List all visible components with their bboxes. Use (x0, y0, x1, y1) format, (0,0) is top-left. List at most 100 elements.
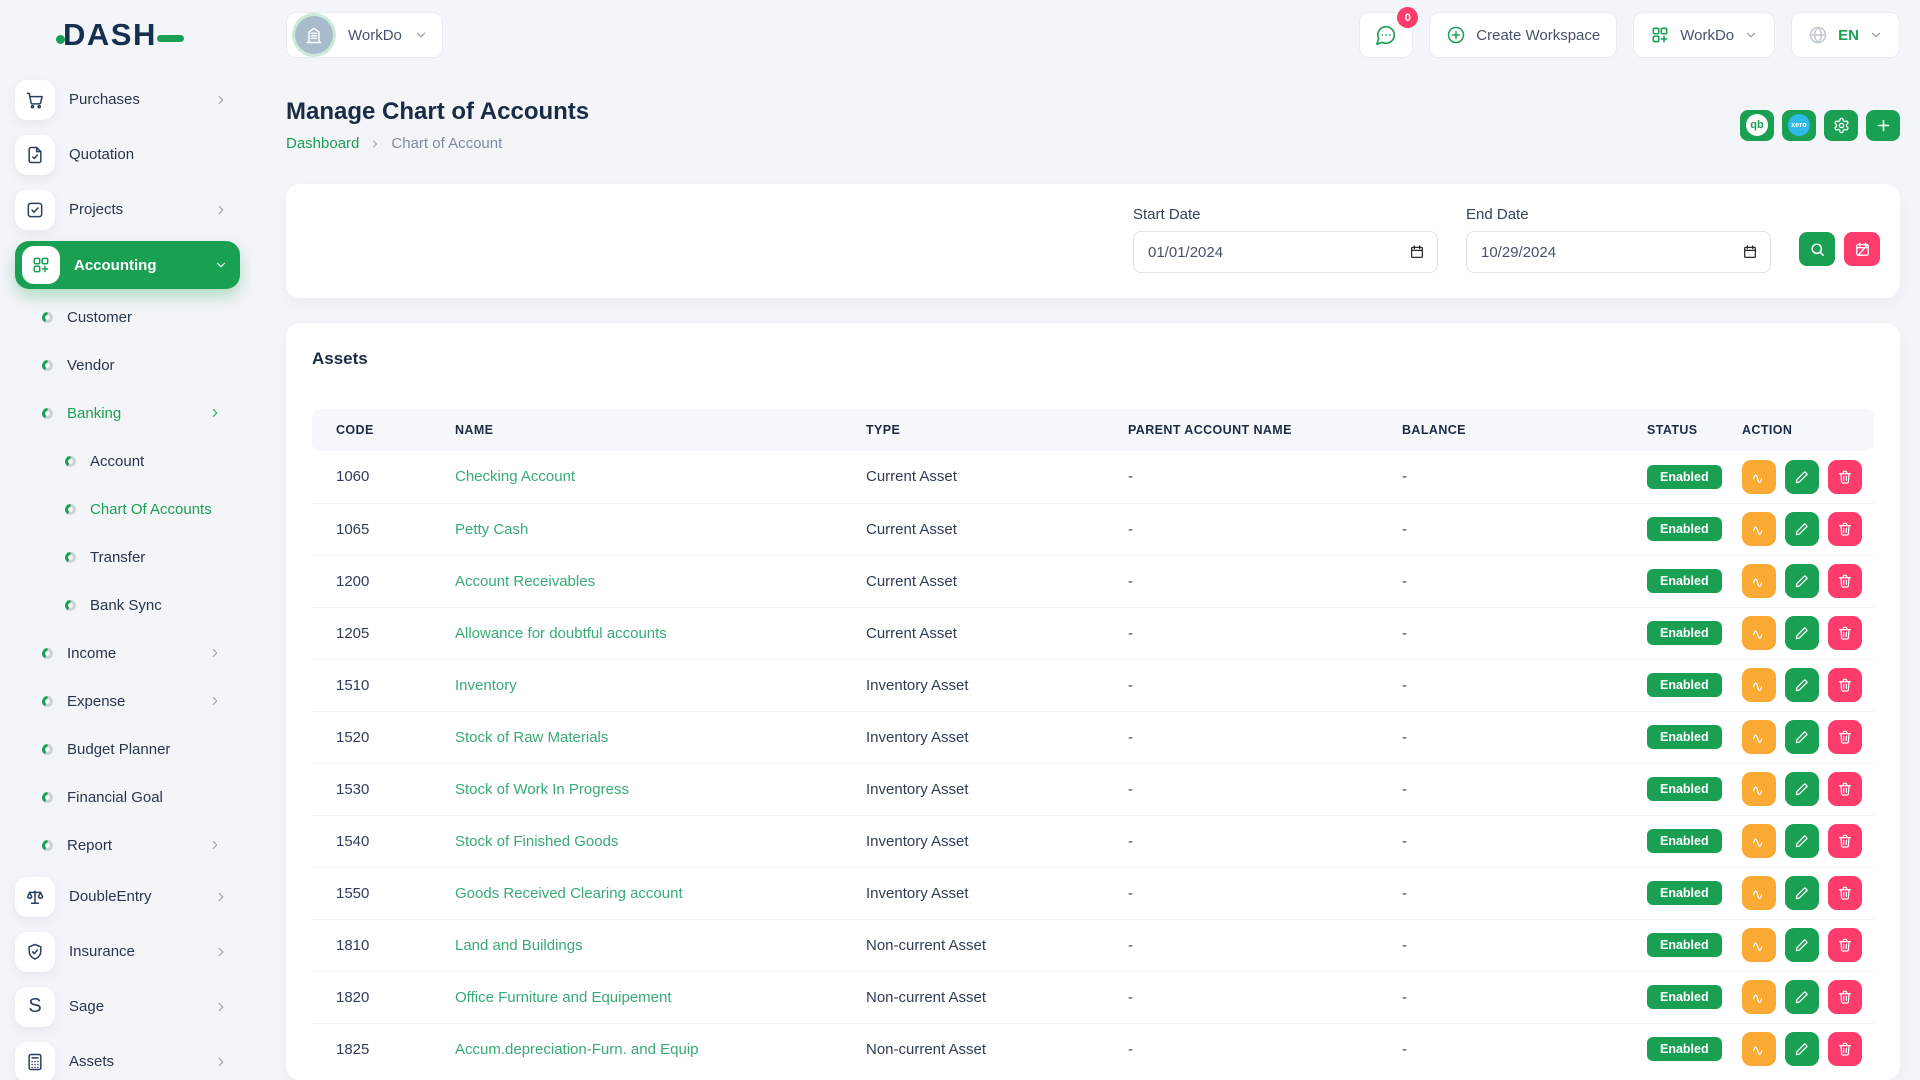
workspace-selector[interactable]: WorkDo (286, 12, 443, 58)
edit-button[interactable] (1785, 980, 1819, 1014)
transactions-button[interactable] (1742, 772, 1776, 806)
sidebar-item-transfer[interactable]: Transfer (15, 533, 240, 581)
sidebar-item-label: Account (90, 453, 222, 470)
account-name-link[interactable]: Stock of Finished Goods (455, 833, 618, 850)
edit-button[interactable] (1785, 824, 1819, 858)
account-name-link[interactable]: Accum.depreciation-Furn. and Equip (455, 1041, 698, 1058)
transactions-button[interactable] (1742, 1032, 1776, 1066)
row-actions (1742, 980, 1874, 1014)
transactions-button[interactable] (1742, 512, 1776, 546)
account-name-link[interactable]: Stock of Work In Progress (455, 781, 629, 798)
delete-button[interactable] (1828, 772, 1862, 806)
create-workspace-button[interactable]: Create Workspace (1429, 12, 1617, 58)
edit-button[interactable] (1785, 720, 1819, 754)
delete-button[interactable] (1828, 928, 1862, 962)
cell-type: Inventory Asset (866, 763, 1128, 815)
cell-code: 1200 (312, 555, 455, 607)
transactions-button[interactable] (1742, 876, 1776, 910)
edit-button[interactable] (1785, 1032, 1819, 1066)
sidebar-item-projects[interactable]: Projects (15, 182, 240, 237)
reset-filter-button[interactable] (1844, 232, 1880, 266)
account-name-link[interactable]: Stock of Raw Materials (455, 729, 608, 746)
delete-button[interactable] (1828, 824, 1862, 858)
account-name-link[interactable]: Checking Account (455, 468, 575, 485)
cell-code: 1510 (312, 659, 455, 711)
edit-button[interactable] (1785, 564, 1819, 598)
sidebar-item-label: Expense (67, 693, 194, 710)
search-button[interactable] (1799, 232, 1835, 266)
account-name-link[interactable]: Land and Buildings (455, 937, 583, 954)
cell-type: Current Asset (866, 503, 1128, 555)
account-name-link[interactable]: Petty Cash (455, 521, 528, 538)
sidebar-item-banking[interactable]: Banking (15, 389, 240, 437)
sidebar-item-sage[interactable]: SSage (15, 979, 240, 1034)
messages-button[interactable]: 0 (1359, 12, 1413, 58)
transactions-button[interactable] (1742, 616, 1776, 650)
account-name-link[interactable]: Goods Received Clearing account (455, 885, 683, 902)
sidebar-item-income[interactable]: Income (15, 629, 240, 677)
brand-logo: DASH (0, 0, 252, 70)
row-actions (1742, 720, 1874, 754)
accounts-table: CODENAMETYPEPARENT ACCOUNT NAMEBALANCEST… (312, 409, 1874, 1075)
edit-button[interactable] (1785, 876, 1819, 910)
sidebar-item-expense[interactable]: Expense (15, 677, 240, 725)
cell-type: Non-current Asset (866, 1023, 1128, 1075)
delete-button[interactable] (1828, 1032, 1862, 1066)
edit-button[interactable] (1785, 460, 1819, 494)
delete-button[interactable] (1828, 876, 1862, 910)
edit-button[interactable] (1785, 512, 1819, 546)
account-name-link[interactable]: Account Receivables (455, 573, 595, 590)
edit-button[interactable] (1785, 668, 1819, 702)
sidebar-item-budget-planner[interactable]: Budget Planner (15, 725, 240, 773)
language-selector[interactable]: EN (1791, 12, 1900, 58)
delete-button[interactable] (1828, 616, 1862, 650)
cell-parent-account-name: - (1128, 555, 1402, 607)
sidebar-item-vendor[interactable]: Vendor (15, 341, 240, 389)
end-date-input[interactable]: 10/29/2024 (1466, 231, 1771, 273)
edit-button[interactable] (1785, 772, 1819, 806)
delete-button[interactable] (1828, 668, 1862, 702)
cell-balance: - (1402, 763, 1647, 815)
start-date-input[interactable]: 01/01/2024 (1133, 231, 1438, 273)
edit-button[interactable] (1785, 928, 1819, 962)
sidebar-item-purchases[interactable]: Purchases (15, 72, 240, 127)
settings-button[interactable] (1824, 110, 1858, 141)
delete-button[interactable] (1828, 564, 1862, 598)
sidebar-item-chart-of-accounts[interactable]: Chart Of Accounts (15, 485, 240, 533)
transactions-button[interactable] (1742, 460, 1776, 494)
delete-button[interactable] (1828, 460, 1862, 494)
sidebar-item-customer[interactable]: Customer (15, 293, 240, 341)
sidebar-item-financial-goal[interactable]: Financial Goal (15, 773, 240, 821)
transactions-button[interactable] (1742, 928, 1776, 962)
add-button[interactable] (1866, 110, 1900, 141)
sidebar-item-account[interactable]: Account (15, 437, 240, 485)
account-name-link[interactable]: Office Furniture and Equipement (455, 989, 672, 1006)
breadcrumb-dashboard-link[interactable]: Dashboard (286, 135, 359, 152)
calculator-icon (15, 1042, 55, 1080)
delete-button[interactable] (1828, 512, 1862, 546)
delete-button[interactable] (1828, 980, 1862, 1014)
transactions-button[interactable] (1742, 824, 1776, 858)
xero-button[interactable]: xero (1782, 110, 1816, 141)
edit-button[interactable] (1785, 616, 1819, 650)
transactions-button[interactable] (1742, 980, 1776, 1014)
transactions-button[interactable] (1742, 564, 1776, 598)
sidebar-item-accounting[interactable]: Accounting (15, 241, 240, 289)
account-name-link[interactable]: Inventory (455, 677, 517, 694)
sidebar-item-quotation[interactable]: Quotation (15, 127, 240, 182)
status-badge: Enabled (1647, 725, 1722, 749)
sidebar-item-bank-sync[interactable]: Bank Sync (15, 581, 240, 629)
transactions-button[interactable] (1742, 720, 1776, 754)
sidebar-item-insurance[interactable]: Insurance (15, 924, 240, 979)
transactions-button[interactable] (1742, 668, 1776, 702)
workspace-avatar (295, 16, 333, 54)
delete-button[interactable] (1828, 720, 1862, 754)
column-header-name: NAME (455, 409, 866, 451)
chevron-right-icon (369, 138, 381, 150)
quickbooks-button[interactable]: qb (1740, 110, 1774, 141)
sidebar-item-doubleentry[interactable]: DoubleEntry (15, 869, 240, 924)
sidebar-item-report[interactable]: Report (15, 821, 240, 869)
sidebar-item-assets[interactable]: Assets (15, 1034, 240, 1080)
account-name-link[interactable]: Allowance for doubtful accounts (455, 625, 667, 642)
workspace-menu-button[interactable]: WorkDo (1633, 12, 1775, 58)
